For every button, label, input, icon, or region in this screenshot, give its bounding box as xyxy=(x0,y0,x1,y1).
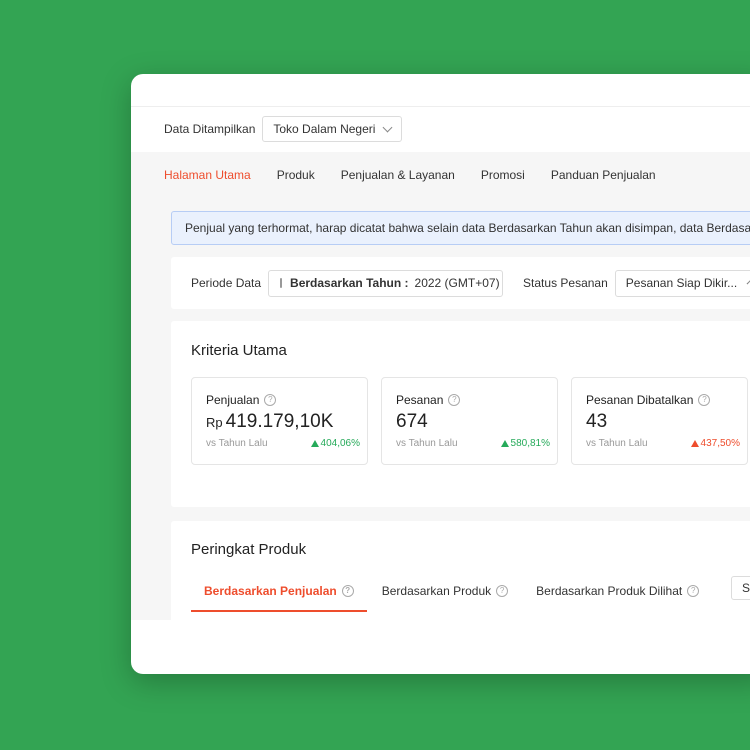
help-icon[interactable]: ? xyxy=(687,585,700,597)
period-picker[interactable]: Berdasarkan Tahun : 2022 (GMT+07) xyxy=(268,269,504,297)
filter-bar: Periode Data Berdasarkan Tahun : 2022 (G… xyxy=(171,257,750,309)
ranking-select[interactable]: Se xyxy=(731,576,750,600)
metric-title-text: Pesanan Dibatalkan xyxy=(586,393,694,407)
arrow-up-icon xyxy=(500,440,509,447)
order-status-select[interactable]: Pesanan Siap Dikir... xyxy=(614,269,750,297)
metric-value: 43 xyxy=(586,411,607,433)
nav-item-sales-guide[interactable]: Panduan Penjualan xyxy=(551,168,656,182)
metric-change-text: 580,81% xyxy=(510,438,550,449)
app-window: Data Ditampilkan Toko Dalam Negeri Halam… xyxy=(131,74,750,674)
metric-change-text: 437,50% xyxy=(700,438,740,449)
tab-by-sales[interactable]: Berdasarkan Penjualan ? xyxy=(191,571,367,612)
nav-item-sales-service[interactable]: Penjualan & Layanan xyxy=(341,168,455,182)
help-icon[interactable]: ? xyxy=(698,394,711,406)
arrow-up-icon xyxy=(690,440,699,447)
tab-by-product[interactable]: Berdasarkan Produk ? xyxy=(369,571,521,611)
metric-title: Pesanan ? xyxy=(396,393,461,407)
metric-value: Rp 419.179,10K xyxy=(206,411,333,433)
nav-item-promotion[interactable]: Promosi xyxy=(481,168,525,182)
metric-title: Penjualan ? xyxy=(206,393,277,407)
tab-by-product-viewed[interactable]: Berdasarkan Produk Dilihat ? xyxy=(523,571,712,611)
top-divider xyxy=(131,106,750,107)
metric-change: 580,81% xyxy=(500,438,550,449)
calendar-icon xyxy=(280,278,283,288)
currency: Rp xyxy=(206,415,223,430)
order-status-value: Pesanan Siap Dikir... xyxy=(625,276,738,290)
order-status-label: Status Pesanan xyxy=(523,276,608,290)
metric-card-sales[interactable]: Penjualan ? Rp 419.179,10K vs Tahun Lalu … xyxy=(191,377,368,465)
period-label: Periode Data xyxy=(191,276,262,290)
tab-label: Berdasarkan Produk xyxy=(381,584,492,598)
metric-title: Pesanan Dibatalkan ? xyxy=(586,393,711,407)
data-display-label: Data Ditampilkan xyxy=(164,122,256,136)
help-icon[interactable]: ? xyxy=(448,394,461,406)
metric-change: 437,50% xyxy=(690,438,740,449)
arrow-up-icon xyxy=(310,440,319,447)
help-icon[interactable]: ? xyxy=(264,394,277,406)
content-area: Penjual yang terhormat, harap dicatat ba… xyxy=(131,197,750,631)
data-display-row: Data Ditampilkan Toko Dalam Negeri xyxy=(164,116,403,142)
period-value: 2022 (GMT+07) xyxy=(414,276,500,290)
metric-compare: vs Tahun Lalu xyxy=(586,438,648,449)
shop-type-value: Toko Dalam Negeri xyxy=(273,122,376,136)
metric-compare: vs Tahun Lalu xyxy=(206,438,268,449)
main-nav: Halaman Utama Produk Penjualan & Layanan… xyxy=(131,152,750,197)
metric-compare: vs Tahun Lalu xyxy=(396,438,458,449)
metric-title-text: Pesanan xyxy=(396,393,444,407)
metric-value-text: 674 xyxy=(396,411,428,432)
info-notice: Penjual yang terhormat, harap dicatat ba… xyxy=(171,211,750,245)
product-ranking-card: Peringkat Produk Berdasarkan Penjualan ?… xyxy=(171,521,750,631)
tab-label: Berdasarkan Produk Dilihat xyxy=(536,584,683,598)
help-icon[interactable]: ? xyxy=(341,585,354,597)
metric-card-cancelled[interactable]: Pesanan Dibatalkan ? 43 vs Tahun Lalu 43… xyxy=(571,377,748,465)
metric-value-text: 419.179,10K xyxy=(225,411,334,432)
period-type: Berdasarkan Tahun : xyxy=(290,276,409,290)
nav-item-products[interactable]: Produk xyxy=(277,168,315,182)
key-metrics-card: Kriteria Utama Penjualan ? Rp 419.179,10K… xyxy=(171,321,750,507)
product-ranking-title: Peringkat Produk xyxy=(191,541,307,558)
key-metrics-title: Kriteria Utama xyxy=(191,342,287,359)
ranking-tabs: Berdasarkan Penjualan ? Berdasarkan Prod… xyxy=(191,571,714,612)
notice-text: Penjual yang terhormat, harap dicatat ba… xyxy=(185,221,750,235)
metric-change-text: 404,06% xyxy=(320,438,360,449)
metric-card-orders[interactable]: Pesanan ? 674 vs Tahun Lalu 580,81% xyxy=(381,377,558,465)
chevron-down-icon xyxy=(382,122,393,133)
metric-value-text: 43 xyxy=(586,411,608,432)
shop-type-select[interactable]: Toko Dalam Negeri xyxy=(262,116,403,142)
help-icon[interactable]: ? xyxy=(496,585,509,597)
metric-change: 404,06% xyxy=(310,438,360,449)
metric-value: 674 xyxy=(396,411,428,433)
tab-label: Berdasarkan Penjualan xyxy=(204,584,337,598)
metric-title-text: Penjualan xyxy=(206,393,260,407)
nav-item-home[interactable]: Halaman Utama xyxy=(164,168,251,182)
